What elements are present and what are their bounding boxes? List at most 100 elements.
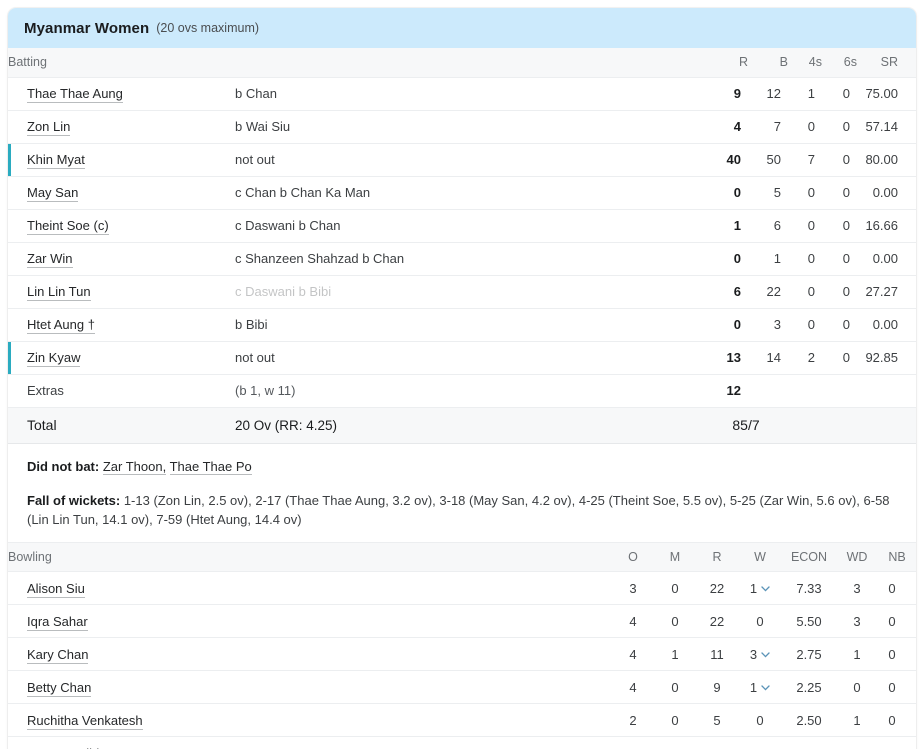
batsman-link[interactable]: Khin Myat bbox=[27, 152, 85, 169]
innings-overs-note: (20 ovs maximum) bbox=[156, 21, 260, 35]
batting-fours: 0 bbox=[788, 209, 822, 243]
batsman-link[interactable]: Zon Lin bbox=[27, 119, 71, 136]
bowling-gap-cell bbox=[244, 703, 612, 737]
bowling-noballs: 0 bbox=[878, 736, 916, 749]
batting-row: Thae Thae Aung b Chan 9 12 1 0 75.00 bbox=[8, 77, 916, 111]
batting-strikerate: 92.85 bbox=[857, 341, 916, 375]
dismissal-text: b Wai Siu bbox=[232, 110, 704, 144]
batting-strikerate: 0.00 bbox=[857, 242, 916, 276]
batting-fours: 0 bbox=[788, 275, 822, 309]
batting-strikerate: 80.00 bbox=[857, 143, 916, 177]
bowler-link[interactable]: Iqra Sahar bbox=[27, 613, 88, 631]
batting-name-cell: Thae Thae Aung bbox=[8, 77, 232, 111]
dismissal-text: c Daswani b Bibi bbox=[232, 275, 704, 309]
batting-fours: 2 bbox=[788, 341, 822, 375]
dismissal-text: c Chan b Chan Ka Man bbox=[232, 176, 704, 210]
batting-strikerate: 75.00 bbox=[857, 77, 916, 111]
batting-header-strikerate: SR bbox=[857, 48, 916, 78]
batting-row: May San c Chan b Chan Ka Man 0 5 0 0 0.00 bbox=[8, 176, 916, 210]
bowling-row: Alison Siu 3 0 22 1 7.33 3 0 bbox=[8, 571, 916, 605]
bowling-noballs: 0 bbox=[878, 571, 916, 605]
batting-row: Zar Win c Shanzeen Shahzad b Chan 0 1 0 0 0.00 bbox=[8, 242, 916, 276]
bowling-table: Bowling O M R W ECON WD NB Alison Siu 3 0 2… bbox=[8, 542, 916, 749]
batting-runs: 9 bbox=[704, 77, 748, 111]
batting-strikerate: 27.27 bbox=[857, 275, 916, 309]
batting-balls: 6 bbox=[748, 209, 788, 243]
batting-sixes: 0 bbox=[822, 209, 857, 243]
bowling-wickets-cell[interactable]: 1 bbox=[738, 670, 782, 704]
batting-header-dismissal bbox=[232, 48, 704, 78]
batting-name-cell: Zin Kyaw bbox=[8, 341, 232, 375]
bowling-wickets: 0 bbox=[756, 712, 764, 728]
bowling-name-cell: Ruchitha Venkatesh bbox=[8, 703, 244, 737]
bowling-runs: 9 bbox=[696, 670, 738, 704]
bowling-maidens: 1 bbox=[654, 637, 696, 671]
batting-runs: 0 bbox=[704, 308, 748, 342]
dismissal-text: not out bbox=[232, 143, 704, 177]
bowling-wickets-cell[interactable]: 2 bbox=[738, 736, 782, 749]
not-out-indicator bbox=[8, 341, 11, 374]
dismissal-text: c Daswani b Chan bbox=[232, 209, 704, 243]
batting-fours: 0 bbox=[788, 176, 822, 210]
total-score: 85/7 bbox=[704, 407, 788, 444]
bowling-header-gap bbox=[244, 542, 612, 572]
chevron-down-icon[interactable] bbox=[761, 646, 770, 661]
batting-runs: 0 bbox=[704, 242, 748, 276]
batting-runs: 13 bbox=[704, 341, 748, 375]
bowling-wickets-cell: 0 bbox=[738, 604, 782, 638]
batting-fours: 0 bbox=[788, 110, 822, 144]
batting-header-balls: B bbox=[748, 48, 788, 78]
bowling-wickets-cell[interactable]: 1 bbox=[738, 571, 782, 605]
batsman-link[interactable]: Zin Kyaw bbox=[27, 350, 81, 367]
bowling-wickets-cell[interactable]: 3 bbox=[738, 637, 782, 671]
bowling-runs: 5 bbox=[696, 703, 738, 737]
batsman-link[interactable]: Theint Soe (c) bbox=[27, 218, 109, 235]
batting-fours: 0 bbox=[788, 242, 822, 276]
total-detail: 20 Ov (RR: 4.25) bbox=[232, 407, 704, 444]
batsman-link[interactable]: May San bbox=[27, 185, 79, 202]
chevron-down-icon[interactable] bbox=[761, 745, 770, 749]
bowling-overs: 4 bbox=[612, 604, 654, 638]
bowling-overs: 3 bbox=[612, 736, 654, 749]
bowler-link[interactable]: Alison Siu bbox=[27, 580, 85, 598]
batting-row: Zin Kyaw not out 13 14 2 0 92.85 bbox=[8, 341, 916, 375]
bowling-overs: 3 bbox=[612, 571, 654, 605]
bowler-link[interactable]: Maryam Bibi bbox=[27, 745, 100, 749]
bowler-link[interactable]: Betty Chan bbox=[27, 679, 92, 697]
innings-card: Myanmar Women (20 ovs maximum) Batting R… bbox=[8, 8, 916, 749]
batting-runs: 40 bbox=[704, 143, 748, 177]
batting-balls: 22 bbox=[748, 275, 788, 309]
batting-balls: 12 bbox=[748, 77, 788, 111]
bowler-link[interactable]: Kary Chan bbox=[27, 646, 89, 664]
batsman-link[interactable]: Htet Aung † bbox=[27, 317, 95, 334]
bowling-wides: 3 bbox=[836, 571, 878, 605]
batting-strikerate: 57.14 bbox=[857, 110, 916, 144]
total-row: Total 20 Ov (RR: 4.25) 85/7 bbox=[8, 407, 916, 444]
batting-header-name: Batting bbox=[8, 48, 232, 78]
batsman-link[interactable]: Thae Thae Aung bbox=[27, 86, 123, 103]
extras-value: 12 bbox=[704, 374, 748, 408]
batting-balls: 1 bbox=[748, 242, 788, 276]
batsman-link[interactable]: Zar Win bbox=[27, 251, 73, 268]
bowler-link[interactable]: Ruchitha Venkatesh bbox=[27, 712, 143, 730]
did-not-bat-player-link[interactable]: Thae Thae Po bbox=[169, 458, 252, 475]
bowling-runs: 22 bbox=[696, 604, 738, 638]
bowling-header-name: Bowling bbox=[8, 542, 244, 572]
bowling-runs: 15 bbox=[696, 736, 738, 749]
bowling-header-overs: O bbox=[612, 542, 654, 572]
batting-sixes: 0 bbox=[822, 308, 857, 342]
bowling-row: Iqra Sahar 4 0 22 0 5.50 3 0 bbox=[8, 604, 916, 638]
batsman-link[interactable]: Lin Lin Tun bbox=[27, 284, 91, 301]
bowling-economy: 2.25 bbox=[782, 670, 836, 704]
bowling-economy: 2.50 bbox=[782, 703, 836, 737]
chevron-down-icon[interactable] bbox=[761, 580, 770, 595]
batting-name-cell: Theint Soe (c) bbox=[8, 209, 232, 243]
batting-fours: 7 bbox=[788, 143, 822, 177]
did-not-bat-player-link[interactable]: Zar Thoon, bbox=[102, 458, 167, 475]
did-not-bat-players: Zar Thoon, Thae Thae Po bbox=[102, 458, 252, 475]
extras-detail: (b 1, w 11) bbox=[232, 374, 704, 408]
bowling-wickets: 1 bbox=[749, 680, 758, 695]
batting-strikerate: 0.00 bbox=[857, 176, 916, 210]
bowling-overs: 2 bbox=[612, 703, 654, 737]
chevron-down-icon[interactable] bbox=[761, 679, 770, 694]
